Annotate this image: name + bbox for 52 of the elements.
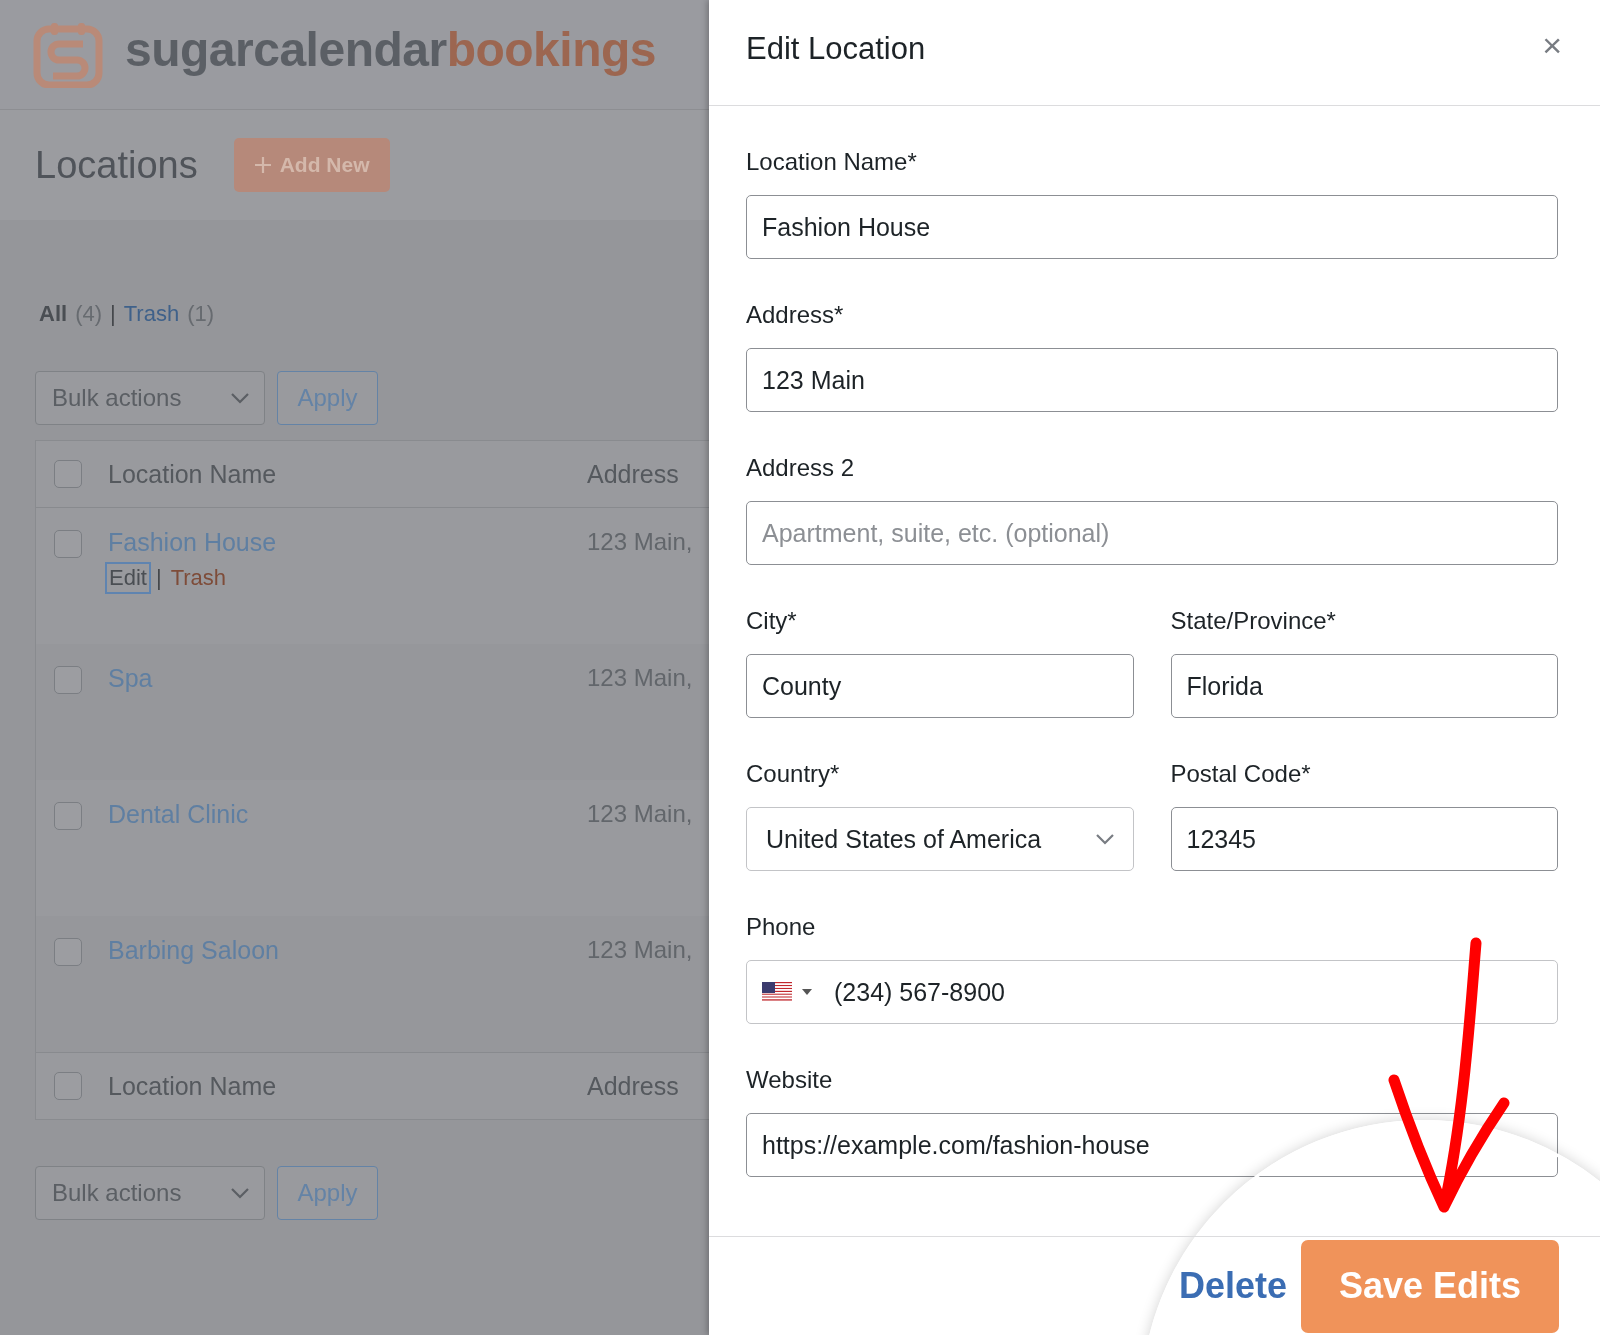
field-label: Address*: [746, 301, 845, 329]
separator: |: [155, 565, 162, 591]
location-link[interactable]: Dental Clinic: [108, 800, 249, 828]
bulk-actions-dropdown[interactable]: Bulk actions: [35, 1166, 265, 1220]
input-field[interactable]: Apartment, suite, etc. (optional): [746, 501, 1558, 565]
location-link[interactable]: Fashion House: [108, 528, 277, 556]
field-label: City*: [746, 607, 798, 635]
input-field[interactable]: 12345: [1170, 807, 1558, 871]
input-field[interactable]: 123 Main: [746, 348, 1558, 412]
chevron-down-icon: [230, 1187, 250, 1199]
panel-title: Edit Location: [746, 30, 926, 67]
field-label: Website: [746, 1066, 834, 1094]
field-label: Address 2: [746, 454, 856, 482]
edit-link[interactable]: Edit: [105, 562, 151, 594]
phone-field[interactable]: (234) 567-8900: [746, 960, 1558, 1024]
input-field[interactable]: Fashion House: [746, 195, 1558, 259]
checkbox[interactable]: [54, 666, 82, 694]
input-field[interactable]: https://example.com/fashion-house: [746, 1113, 1558, 1177]
field-label: Location Name*: [746, 148, 918, 176]
column-header: Location Name: [108, 1071, 277, 1100]
input-field[interactable]: Florida: [1170, 654, 1558, 718]
logo-text: bookings: [446, 22, 656, 77]
checkbox[interactable]: [54, 938, 82, 966]
chevron-down-icon: [1094, 833, 1115, 845]
field-label: Postal Code*: [1170, 760, 1312, 788]
separator: |: [110, 301, 116, 327]
logo-text: sugarcalendar: [125, 22, 447, 77]
delete-button[interactable]: Delete: [1178, 1265, 1287, 1307]
page-title: Locations: [35, 143, 198, 187]
country-dropdown[interactable]: United States of America: [746, 807, 1134, 871]
plus-icon: [253, 156, 272, 174]
filter-link[interactable]: All: [39, 301, 68, 327]
caret-icon: [802, 989, 812, 995]
field-label: Phone: [746, 913, 817, 941]
checkbox[interactable]: [54, 460, 82, 488]
checkbox[interactable]: [54, 1072, 82, 1100]
bulk-actions-dropdown[interactable]: Bulk actions: [35, 371, 265, 425]
filter-link[interactable]: Trash: [123, 301, 180, 327]
column-header: Location Name: [108, 459, 277, 488]
checkbox[interactable]: [54, 802, 82, 830]
save-edits-button[interactable]: Save Edits: [1301, 1239, 1559, 1333]
column-header: Address: [587, 1071, 679, 1101]
calendar-logo-icon: [33, 21, 103, 88]
column-header: Address: [587, 459, 679, 489]
input-field[interactable]: County: [746, 654, 1134, 718]
trash-link[interactable]: Trash: [166, 562, 231, 594]
close-button[interactable]: ×: [1542, 26, 1562, 65]
flag-icon: [762, 982, 792, 1002]
checkbox[interactable]: [54, 530, 82, 558]
chevron-down-icon: [230, 392, 250, 404]
field-label: State/Province*: [1170, 607, 1337, 635]
field-label: Country*: [746, 760, 841, 788]
